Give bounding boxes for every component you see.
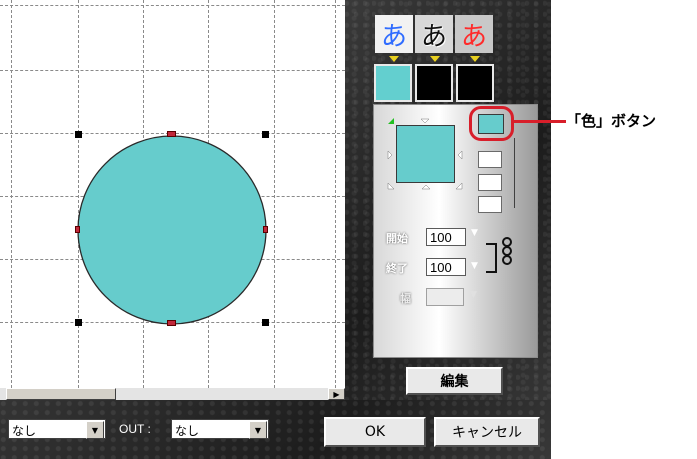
horizontal-scroll-thumb[interactable] — [6, 388, 116, 400]
callout-label: 「色」ボタン — [566, 112, 657, 130]
gradient-color-slot-3[interactable] — [478, 174, 502, 191]
font-style-plain-label: あ — [380, 21, 407, 52]
resize-handle-top[interactable] — [167, 131, 176, 137]
out-effect-select[interactable]: なし ▼ — [171, 419, 269, 439]
ok-button[interactable]: OK — [324, 417, 426, 447]
end-label: 終了 — [386, 262, 408, 275]
width-field — [426, 288, 464, 306]
dropdown-arrow-icon[interactable]: ▼ — [86, 421, 104, 439]
horizontal-scrollbar[interactable]: ▶ — [0, 388, 345, 400]
scroll-right-button[interactable]: ▶ — [328, 388, 345, 400]
arrow-right-icon: ▶ — [333, 389, 340, 399]
selected-indicator-icon — [430, 56, 440, 62]
font-style-outline-button[interactable]: あ — [415, 15, 453, 53]
annotation-area — [551, 0, 697, 459]
in-effect-value: なし — [12, 424, 37, 438]
resize-handle-right[interactable] — [263, 226, 268, 233]
drawing-canvas[interactable] — [0, 0, 345, 388]
highlight-ring — [469, 106, 514, 141]
width-label: 幅 — [400, 292, 411, 305]
start-value-field[interactable]: 100 — [426, 228, 466, 246]
callout-line — [514, 120, 566, 123]
dropdown-arrow-icon[interactable]: ▼ — [249, 421, 267, 439]
end-dropdown-icon[interactable]: ▼ — [471, 261, 478, 271]
gradient-preview[interactable] — [396, 125, 455, 183]
font-style-shadow-button[interactable]: あ — [455, 15, 493, 53]
resize-handle-bottom[interactable] — [167, 320, 176, 326]
out-effect-value: なし — [175, 424, 200, 438]
in-effect-select[interactable]: なし ▼ — [8, 419, 106, 439]
gradient-color-slot-4[interactable] — [478, 196, 502, 213]
slot-divider — [514, 138, 515, 208]
link-icon[interactable] — [482, 228, 522, 278]
outline-color-swatch[interactable] — [415, 64, 453, 102]
start-dropdown-icon[interactable]: ▼ — [471, 228, 478, 238]
shadow-color-swatch[interactable] — [456, 64, 494, 102]
out-label: OUT : — [119, 422, 151, 436]
end-value-field[interactable]: 100 — [426, 258, 466, 276]
resize-handle-bottom-right[interactable] — [262, 319, 269, 326]
font-style-outline-label: あ — [420, 21, 447, 52]
edit-button[interactable]: 編集 — [406, 367, 503, 395]
selected-indicator-icon — [389, 56, 399, 62]
width-dropdown-icon: ▼ — [470, 290, 477, 300]
cancel-button[interactable]: キャンセル — [434, 417, 540, 447]
resize-handle-bottom-left[interactable] — [75, 319, 82, 326]
start-label: 開始 — [386, 232, 408, 245]
selected-indicator-icon — [470, 56, 480, 62]
circle-shape[interactable] — [0, 0, 345, 388]
font-style-shadow-label: あ — [460, 21, 487, 52]
font-style-plain-button[interactable]: あ — [375, 15, 413, 53]
gradient-color-slot-2[interactable] — [478, 151, 502, 168]
resize-handle-top-right[interactable] — [262, 131, 269, 138]
fill-color-swatch[interactable] — [374, 64, 412, 102]
resize-handle-left[interactable] — [75, 226, 80, 233]
gradient-preview-frame — [386, 116, 464, 191]
resize-handle-top-left[interactable] — [75, 131, 82, 138]
